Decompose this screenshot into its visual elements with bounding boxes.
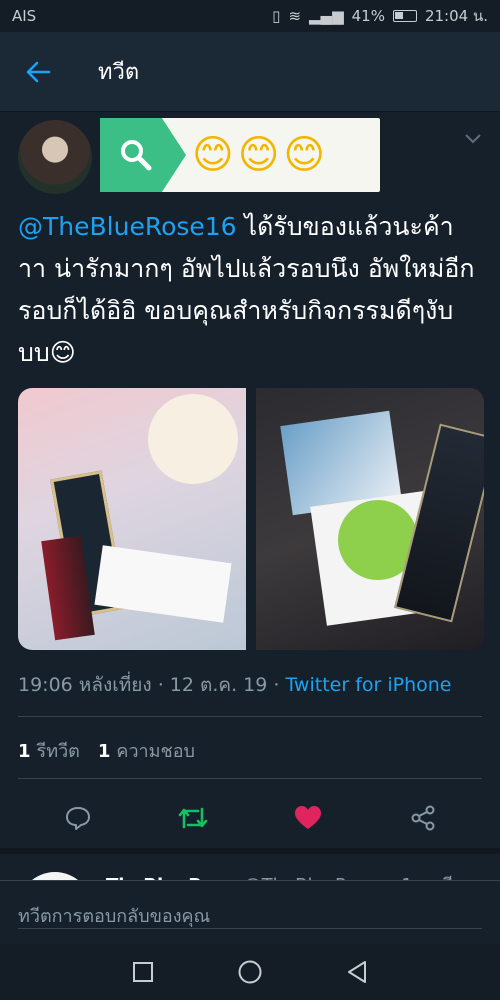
divider: [18, 778, 482, 779]
clock: 21:04 น.: [424, 7, 488, 25]
back-button[interactable]: [0, 60, 76, 84]
retweets-label: รีทวีต: [36, 741, 80, 762]
reply-button[interactable]: [53, 793, 103, 843]
tweet-stats: 1 รีทวีต 1 ความชอบ: [18, 736, 195, 765]
retweets-count: 1: [18, 741, 31, 762]
search-tag: [100, 118, 186, 192]
divider: [18, 716, 482, 717]
chevron-down-icon: [465, 134, 481, 144]
retweet-button[interactable]: [168, 793, 218, 843]
home-button[interactable]: [230, 952, 270, 992]
note-card-shape: [94, 545, 232, 623]
share-icon: [411, 805, 434, 831]
card-shape: [148, 394, 238, 484]
photo-1[interactable]: [18, 388, 246, 650]
tweet-media: [18, 388, 484, 650]
likes-count: 1: [97, 741, 111, 762]
likes-label: ความชอบ: [116, 741, 195, 762]
recents-button[interactable]: [123, 952, 163, 992]
mention-link[interactable]: @TheBlueRose16: [18, 212, 237, 241]
tweet-source-link[interactable]: Twitter for iPhone: [285, 674, 451, 696]
heart-icon: [294, 806, 321, 829]
likes-stat[interactable]: 1 ความชอบ: [98, 736, 195, 765]
battery-percent: 41%: [351, 7, 385, 25]
app-bar: ทวีต: [0, 32, 500, 112]
triangle-back-icon: [347, 961, 366, 983]
tweet-meta: 19:06 หลังเที่ยง · 12 ต.ค. 19 · Twitter …: [18, 670, 452, 700]
photo-2[interactable]: [256, 388, 484, 650]
comment-icon: [65, 807, 90, 830]
status-icons: ▯ ≋ ▂▄▆ 41% 21:04 น.: [272, 4, 488, 28]
system-nav-bar: [0, 944, 500, 1000]
tweet-actions: [0, 788, 500, 848]
tweet-timestamp: 19:06 หลังเที่ยง · 12 ต.ค. 19 ·: [18, 674, 286, 696]
signal-icon: ▂▄▆: [309, 7, 344, 25]
wifi-icon: ≋: [288, 7, 302, 25]
back-nav-button[interactable]: [337, 952, 377, 992]
circle-icon: [238, 960, 262, 984]
reply-compose-bar: ทวีตการตอบกลับของคุณ: [0, 880, 500, 944]
square-icon: [133, 962, 154, 982]
avatar[interactable]: [18, 120, 92, 194]
divider: [0, 848, 500, 854]
share-button[interactable]: [398, 793, 448, 843]
profile-banner-image: 😊😊😊: [100, 118, 380, 192]
search-icon: [121, 140, 152, 171]
reply-input[interactable]: ทวีตการตอบกลับของคุณ: [18, 895, 482, 929]
arrow-left-icon: [26, 61, 51, 82]
retweet-icon: [178, 807, 207, 829]
tweet-menu-button[interactable]: [464, 130, 482, 149]
vibrate-icon: ▯: [272, 7, 281, 25]
battery-icon: [392, 10, 417, 22]
tweet-text: @TheBlueRose16 ได้รับของแล้วนะค้าาา น่าร…: [18, 206, 478, 374]
page-title: ทวีต: [98, 60, 140, 85]
banner-emojis: 😊😊😊: [192, 132, 330, 178]
like-button[interactable]: [283, 793, 333, 843]
status-bar: AIS ▯ ≋ ▂▄▆ 41% 21:04 น.: [0, 0, 500, 32]
carrier-label: AIS: [12, 7, 37, 25]
retweets-stat[interactable]: 1 รีทวีต: [18, 736, 80, 765]
